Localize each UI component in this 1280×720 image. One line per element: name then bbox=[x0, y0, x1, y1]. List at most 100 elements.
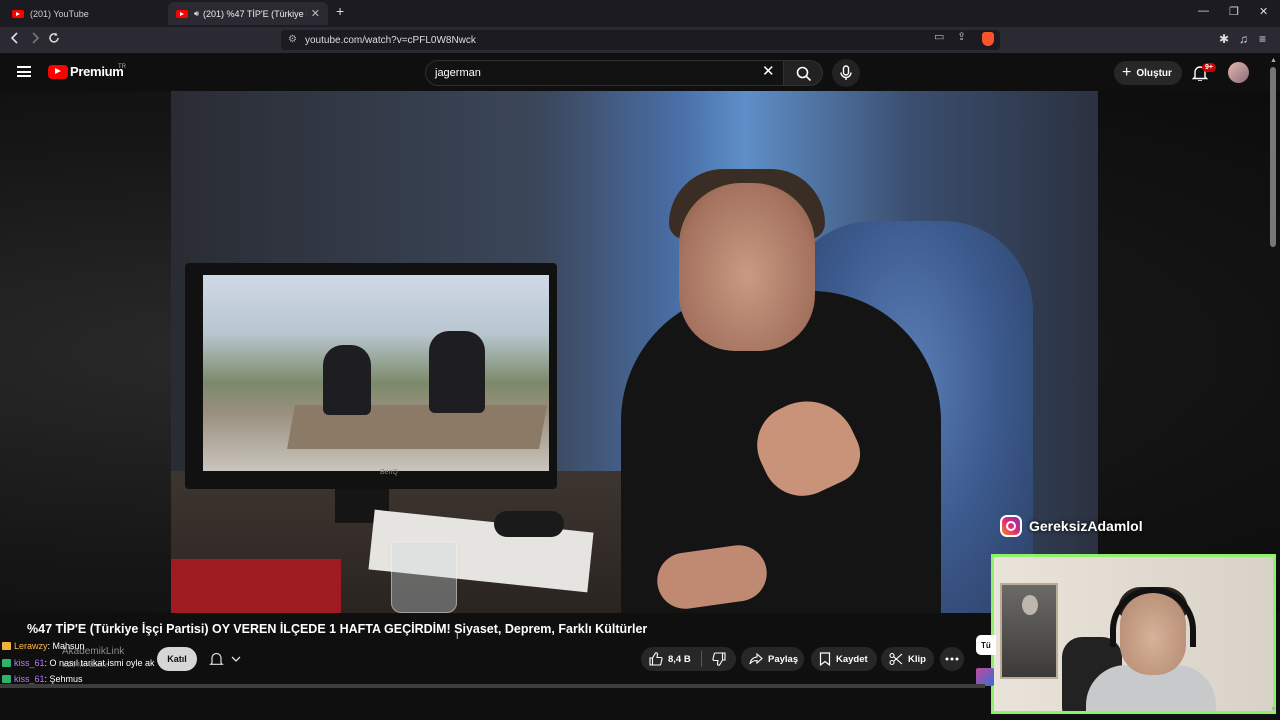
youtube-header: Premium TR jagerman ✕ + Oluştur 9+ bbox=[0, 53, 1280, 91]
webcam-overlay bbox=[991, 554, 1276, 714]
text-cursor-icon: I bbox=[456, 631, 459, 641]
monitor-brand: BenQ bbox=[380, 469, 398, 476]
menu-icon[interactable]: ≡ bbox=[1259, 32, 1266, 46]
scroll-down-arrow[interactable]: ▼ bbox=[1270, 706, 1277, 713]
save-label: Kaydet bbox=[836, 653, 868, 665]
dislike-button[interactable] bbox=[712, 652, 731, 666]
address-bar[interactable]: ⚙ youtube.com/watch?v=cPFL0W8Nwck bbox=[281, 30, 1000, 50]
tab-label: (201) YouTube bbox=[30, 8, 89, 19]
logo-text: Premium bbox=[70, 64, 124, 79]
instagram-icon bbox=[1000, 515, 1022, 537]
chat-user: kiss_61 bbox=[14, 658, 45, 668]
wall-portrait bbox=[1000, 583, 1058, 679]
video-frame[interactable]: BenQ bbox=[171, 91, 1098, 613]
search-query: jagerman bbox=[435, 67, 481, 79]
monitor-screen bbox=[203, 275, 549, 471]
video-monitor: BenQ bbox=[185, 263, 557, 489]
chat-text: : O nasıl tarikat ismi oyle ak bbox=[44, 658, 155, 668]
new-tab-button[interactable]: + bbox=[336, 3, 344, 19]
close-tab-icon[interactable]: ✕ bbox=[311, 7, 320, 20]
browser-tab-video[interactable]: 🔊︎ (201) %47 TİP'E (Türkiye İşçi P ✕ bbox=[168, 2, 328, 25]
stream-watermark: GereksizAdamlol bbox=[1000, 515, 1143, 537]
video-glass bbox=[391, 541, 457, 613]
clip-button[interactable]: Klip bbox=[881, 647, 934, 671]
browser-tab-bar: (201) YouTube 🔊︎ (201) %47 TİP'E (Türkiy… bbox=[0, 0, 1280, 27]
url-text: youtube.com/watch?v=cPFL0W8Nwck bbox=[305, 34, 476, 46]
watermark-text: GereksizAdamlol bbox=[1029, 518, 1143, 534]
brave-shields-icon[interactable] bbox=[982, 32, 994, 46]
youtube-play-icon bbox=[48, 64, 68, 79]
recommendation-chip[interactable]: Tü bbox=[976, 635, 996, 655]
share-page-icon[interactable]: ⇪ bbox=[957, 30, 966, 43]
restore-button[interactable]: ❐ bbox=[1229, 5, 1239, 18]
close-window-button[interactable]: ✕ bbox=[1259, 5, 1268, 18]
create-label: Oluştur bbox=[1136, 67, 1172, 79]
clip-label: Klip bbox=[908, 653, 926, 665]
chat-message: kiss_61: O nasıl tarikat ismi oyle ak bbox=[2, 658, 155, 668]
save-button[interactable]: Kaydet bbox=[811, 647, 877, 671]
forward-button[interactable] bbox=[30, 32, 40, 47]
chat-text: : Şehmus bbox=[44, 674, 83, 684]
media-icon[interactable]: ♫ bbox=[1239, 32, 1248, 46]
youtube-favicon-icon bbox=[12, 9, 24, 18]
host-head bbox=[679, 183, 815, 351]
back-button[interactable] bbox=[10, 32, 20, 47]
back-arrow-icon bbox=[10, 32, 18, 44]
youtube-logo[interactable]: Premium bbox=[48, 64, 124, 79]
screen-person bbox=[429, 331, 485, 413]
subscription-bell-button[interactable] bbox=[205, 648, 251, 670]
browser-toolbar: ⚙ youtube.com/watch?v=cPFL0W8Nwck ▭ ⇪ bbox=[0, 27, 1280, 53]
bookmark-icon bbox=[819, 652, 831, 666]
page-scrollbar[interactable] bbox=[1270, 67, 1276, 247]
more-actions-button[interactable] bbox=[940, 647, 964, 671]
notification-badge: 9+ bbox=[1202, 63, 1216, 72]
voice-search-button[interactable] bbox=[832, 59, 860, 87]
cast-icon[interactable]: ▭ bbox=[934, 30, 944, 43]
scroll-up-arrow[interactable]: ▲ bbox=[1270, 57, 1277, 64]
youtube-favicon-icon bbox=[176, 9, 188, 18]
more-horizontal-icon bbox=[945, 657, 959, 661]
reload-button[interactable] bbox=[48, 32, 60, 47]
search-icon bbox=[796, 66, 812, 82]
screen-person bbox=[323, 345, 371, 415]
portrait-head bbox=[1022, 595, 1038, 615]
bell-dropdown-icon bbox=[209, 652, 241, 665]
extensions-icon[interactable]: ✱ bbox=[1219, 32, 1229, 46]
thumbs-down-icon bbox=[712, 652, 726, 666]
scissors-icon bbox=[889, 652, 903, 666]
hamburger-menu-icon[interactable] bbox=[17, 66, 31, 77]
clear-search-icon[interactable]: ✕ bbox=[762, 64, 775, 80]
video-title: %47 TİP'E (Türkiye İşçi Partisi) OY VERE… bbox=[27, 622, 648, 636]
chat-message: Lerawzy: Mahsun bbox=[2, 641, 85, 651]
plus-icon: + bbox=[1122, 64, 1132, 81]
share-icon bbox=[749, 653, 763, 665]
reload-icon bbox=[49, 32, 59, 43]
like-dislike-group: 8,4 B bbox=[641, 647, 736, 671]
thumbs-up-icon bbox=[649, 652, 663, 666]
badge-icon bbox=[2, 675, 11, 683]
browser-tab-youtube[interactable]: (201) YouTube bbox=[4, 2, 168, 25]
forward-arrow-icon bbox=[32, 32, 40, 44]
share-label: Paylaş bbox=[768, 653, 799, 665]
site-info-icon[interactable]: ⚙ bbox=[288, 34, 297, 45]
share-button[interactable]: Paylaş bbox=[741, 647, 804, 671]
speaker-icon: 🔊︎ bbox=[194, 8, 200, 18]
search-button[interactable] bbox=[783, 60, 823, 86]
search-input[interactable]: jagerman bbox=[425, 60, 784, 86]
video-red-book bbox=[171, 559, 341, 613]
horizontal-scrollbar[interactable] bbox=[0, 684, 985, 688]
create-button[interactable]: + Oluştur bbox=[1114, 61, 1182, 85]
region-code: TR bbox=[118, 64, 126, 70]
microphone-icon bbox=[840, 65, 852, 80]
divider bbox=[700, 651, 702, 667]
badge-icon bbox=[2, 642, 11, 650]
badge-icon bbox=[2, 659, 11, 667]
avatar[interactable] bbox=[1228, 62, 1249, 83]
chat-user: kiss_61 bbox=[14, 674, 45, 684]
minimize-button[interactable]: — bbox=[1198, 5, 1209, 17]
video-mouse bbox=[494, 511, 564, 537]
like-count: 8,4 B bbox=[668, 653, 691, 665]
like-button[interactable]: 8,4 B bbox=[649, 652, 691, 666]
join-button[interactable]: Katıl bbox=[157, 647, 197, 671]
chat-text: : Mahsun bbox=[47, 641, 85, 651]
